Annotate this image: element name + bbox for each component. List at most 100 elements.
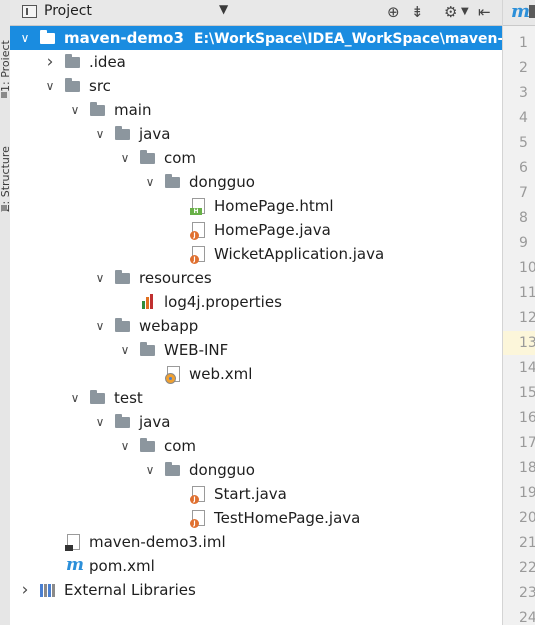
editor-tab-pom[interactable]: m	[503, 0, 535, 26]
tree-row[interactable]: J TestHomePage.java	[10, 506, 502, 530]
gear-icon[interactable]: ⚙	[444, 2, 457, 22]
tree-item-label: com	[164, 436, 196, 456]
line-number: 6	[519, 160, 528, 176]
tree-row[interactable]: J WicketApplication.java	[10, 242, 502, 266]
chevron-down-icon[interactable]: ∨	[143, 170, 157, 194]
tree-item-name: External Libraries	[64, 581, 196, 599]
library-bar	[44, 584, 47, 597]
library-bar	[52, 584, 55, 597]
chevron-down-icon[interactable]: ∨	[68, 386, 82, 410]
tree-row[interactable]: J HomePage.java	[10, 218, 502, 242]
tree-item-name: dongguo	[189, 173, 255, 191]
tree-item-label: com	[164, 148, 196, 168]
chevron-down-icon[interactable]: ∨	[118, 434, 132, 458]
project-view-title[interactable]: Project	[44, 3, 92, 19]
folder-icon	[165, 462, 180, 476]
tree-item-label: HomePage.java	[214, 220, 331, 240]
tree-row[interactable]: ∨ java	[10, 410, 502, 434]
maven-file-icon: m	[511, 1, 531, 22]
folder-icon	[65, 54, 80, 68]
tree-item-name: web.xml	[189, 365, 253, 383]
line-number: 8	[519, 210, 528, 226]
chevron-down-icon[interactable]: ∨	[93, 314, 107, 338]
tree-item-name: resources	[139, 269, 212, 287]
tree-row[interactable]: ∨ main	[10, 98, 502, 122]
maven-file-icon: m	[66, 555, 84, 575]
tree-item-label: pom.xml	[89, 556, 155, 576]
chevron-down-icon[interactable]: ∨	[93, 122, 107, 146]
line-number: 22	[519, 560, 535, 576]
chevron-down-icon[interactable]: ∨	[68, 98, 82, 122]
structure-tool-tab[interactable]: Z: Structure	[0, 112, 9, 212]
tree-item-label: External Libraries	[64, 580, 196, 600]
tree-row[interactable]: ∨ src	[10, 74, 502, 98]
editor-gutter: m 12345678910111213141516171819202122232…	[502, 0, 535, 625]
tree-row[interactable]: ∨ resources	[10, 266, 502, 290]
tree-item-name: java	[139, 413, 171, 431]
tree-row[interactable]: ∨ WEB-INF	[10, 338, 502, 362]
triangle-down-icon[interactable]: ▼	[219, 2, 228, 16]
chevron-right-icon[interactable]: ›	[18, 578, 32, 602]
line-number: 19	[519, 485, 535, 501]
tree-item-name: WicketApplication.java	[214, 245, 385, 263]
tree-row[interactable]: ∨ dongguo	[10, 170, 502, 194]
tree-item-name: Start.java	[214, 485, 287, 503]
tree-row[interactable]: › External Libraries	[10, 578, 502, 602]
tree-item-name: log4j.properties	[164, 293, 282, 311]
chevron-down-icon[interactable]: ∨	[18, 26, 32, 50]
tree-row[interactable]: J Start.java	[10, 482, 502, 506]
tree-row[interactable]: ∨ test	[10, 386, 502, 410]
tree-row[interactable]: ∨ dongguo	[10, 458, 502, 482]
chevron-down-icon[interactable]: ∨	[118, 338, 132, 362]
chevron-down-icon[interactable]: ∨	[43, 74, 57, 98]
tool-tab-divider	[1, 205, 7, 211]
chevron-down-icon[interactable]: ∨	[93, 410, 107, 434]
html-badge-icon: H	[190, 208, 202, 215]
collapse-all-icon[interactable]: ⇟	[411, 2, 424, 22]
tree-row[interactable]: ∨ com	[10, 434, 502, 458]
target-icon[interactable]: ⊕	[387, 2, 400, 22]
chevron-down-icon[interactable]: ∨	[93, 266, 107, 290]
line-number: 15	[519, 385, 535, 401]
tree-row[interactable]: ∨ com	[10, 146, 502, 170]
tree-row[interactable]: web.xml	[10, 362, 502, 386]
module-badge-icon	[65, 545, 73, 551]
tree-row[interactable]: ∨ java	[10, 122, 502, 146]
tree-item-name: dongguo	[189, 461, 255, 479]
tree-row[interactable]: log4j.properties	[10, 290, 502, 314]
properties-bar	[150, 294, 153, 309]
library-bar	[48, 584, 51, 597]
chevron-down-icon[interactable]: ∨	[118, 146, 132, 170]
tree-item-label: maven-demo3.iml	[89, 532, 226, 552]
tree-item-name: maven-demo3.iml	[89, 533, 226, 551]
tree-item-label: webapp	[139, 316, 198, 336]
tree-item-name: .idea	[89, 53, 126, 71]
tree-item-name: webapp	[139, 317, 199, 335]
libraries-icon	[40, 582, 56, 598]
tree-item-name: maven-demo3	[64, 29, 184, 47]
folder-icon	[65, 78, 80, 92]
tree-row[interactable]: › .idea	[10, 50, 502, 74]
tree-item-name: test	[114, 389, 143, 407]
properties-file-icon	[140, 294, 156, 310]
tree-row[interactable]: m pom.xml	[10, 554, 502, 578]
tree-item-name: java	[139, 125, 171, 143]
folder-icon	[140, 438, 155, 452]
hide-panel-icon[interactable]: ⇤	[478, 2, 491, 22]
line-number: 23	[519, 585, 535, 601]
line-number: 10	[519, 260, 535, 276]
module-path: E:\WorkSpace\IDEA_WorkSpace\maven-demo3	[193, 31, 502, 47]
tree-row[interactable]: maven-demo3.iml	[10, 530, 502, 554]
project-tool-tab[interactable]: 1: Project	[0, 0, 9, 92]
tree-item-name: com	[164, 437, 197, 455]
chevron-down-icon[interactable]: ▼	[461, 2, 469, 22]
tree-row[interactable]: ∨ webapp	[10, 314, 502, 338]
chevron-down-icon[interactable]: ∨	[143, 458, 157, 482]
tree-row[interactable]: H HomePage.html	[10, 194, 502, 218]
chevron-right-icon[interactable]: ›	[43, 50, 57, 74]
tree-row[interactable]: ∨ maven-demo3 E:\WorkSpace\IDEA_WorkSpace\…	[10, 26, 502, 50]
tree-item-label: resources	[139, 268, 212, 288]
line-number: 14	[519, 360, 535, 376]
project-tree: ∨ maven-demo3 E:\WorkSpace\IDEA_WorkSpace\…	[10, 26, 502, 602]
java-badge-icon: J	[190, 231, 199, 240]
